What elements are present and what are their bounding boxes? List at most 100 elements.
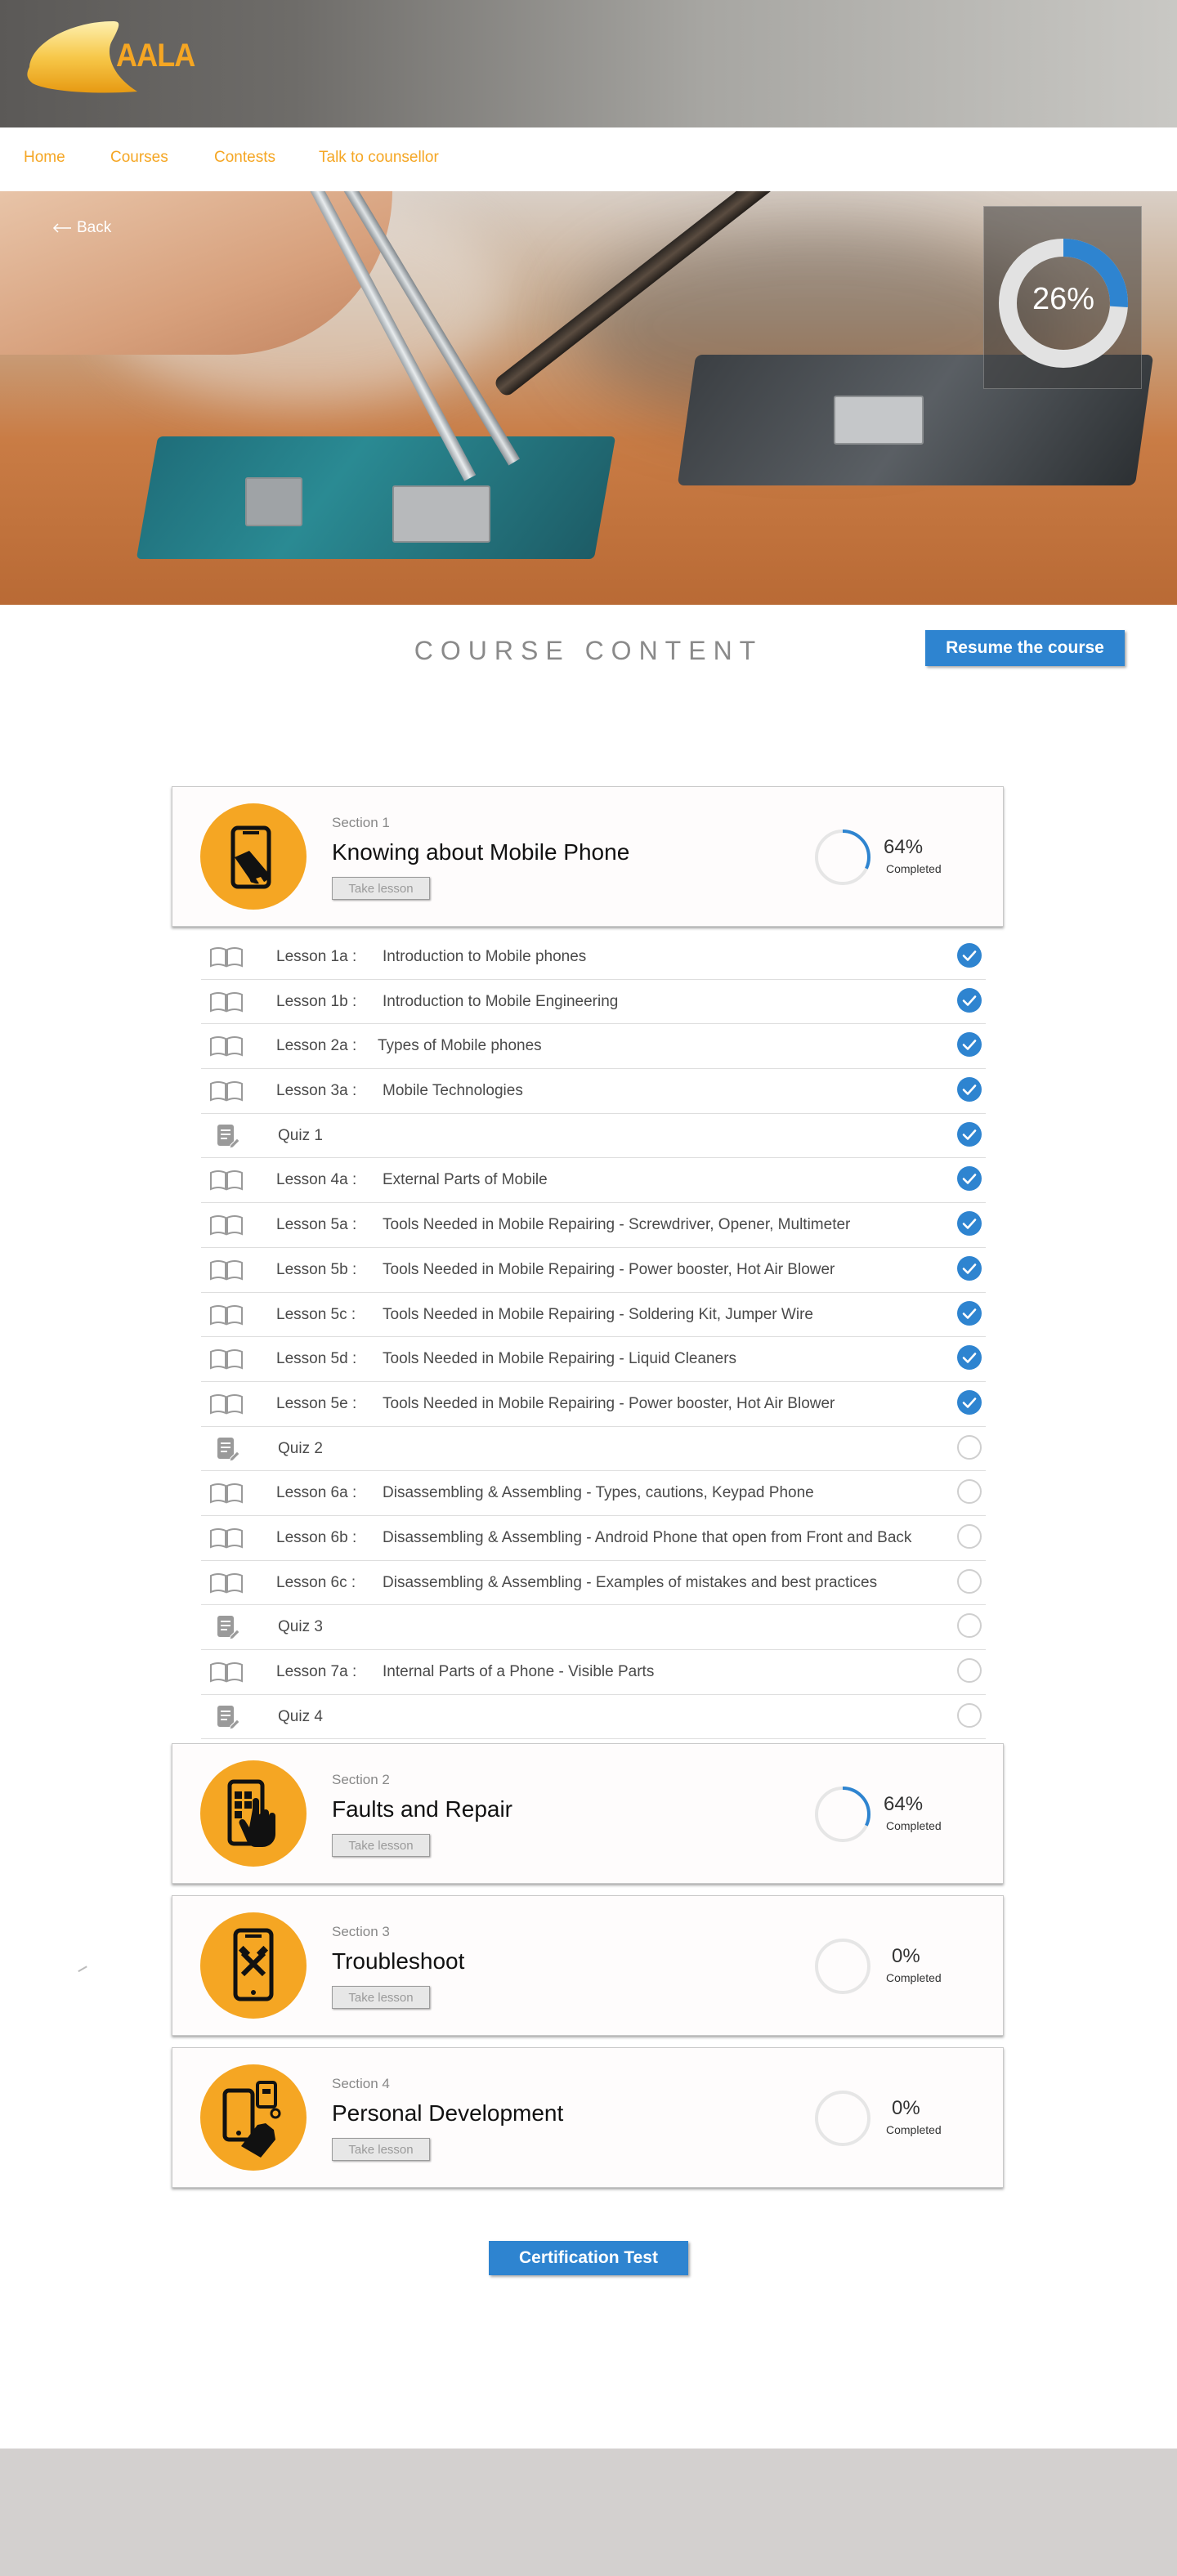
book-icon: [209, 1214, 244, 1240]
book-icon: [209, 991, 244, 1017]
book-icon: [209, 946, 244, 972]
lesson-row[interactable]: Lesson 5e : Tools Needed in Mobile Repair…: [201, 1382, 986, 1427]
section-progress-value: 64%: [884, 836, 924, 858]
check-circle-icon[interactable]: [956, 1031, 982, 1058]
phone-hand-icon: [200, 2064, 307, 2171]
check-circle-icon[interactable]: [956, 1389, 982, 1415]
check-circle-icon[interactable]: [956, 1210, 982, 1237]
main-nav: Home Courses Contests Talk to counsellor: [0, 127, 1177, 191]
quiz-icon: [209, 1615, 244, 1644]
section-card-2[interactable]: Section 2 Faults and Repair Take lesson …: [172, 1743, 1004, 1884]
lesson-label: Lesson 5c :: [276, 1305, 356, 1323]
section-progress-ring: [815, 1787, 870, 1842]
lesson-row[interactable]: Lesson 4a : External Parts of Mobile: [201, 1158, 986, 1204]
nav-home[interactable]: Home: [24, 149, 65, 167]
lesson-title[interactable]: Disassembling & Assembling - Android Pho…: [383, 1529, 911, 1547]
lesson-title[interactable]: Disassembling & Assembling - Examples of…: [383, 1574, 877, 1592]
lesson-label: Lesson 7a :: [276, 1663, 357, 1680]
take-lesson-button[interactable]: Take lesson: [332, 1834, 430, 1857]
lesson-label: Lesson 5b :: [276, 1260, 357, 1278]
phone-tools-icon: [200, 1912, 307, 2019]
lesson-title[interactable]: Introduction to Mobile Engineering: [383, 993, 618, 1011]
check-circle-icon[interactable]: [956, 1300, 982, 1326]
book-icon: [209, 1259, 244, 1285]
lesson-title[interactable]: Mobile Technologies: [383, 1082, 523, 1100]
section-card-1[interactable]: Section 1 Knowing about Mobile Phone Tak…: [172, 786, 1004, 927]
lesson-label: Lesson 1b :: [276, 992, 357, 1010]
empty-circle-icon[interactable]: [956, 1568, 982, 1594]
stray-mark: [78, 1966, 89, 1975]
take-lesson-button[interactable]: Take lesson: [332, 2138, 430, 2161]
hero-chip: [834, 396, 924, 445]
resume-course-button[interactable]: Resume the course: [925, 630, 1125, 666]
lesson-row[interactable]: Lesson 6a : Disassembling & Assembling - …: [201, 1471, 986, 1516]
nav-contests[interactable]: Contests: [214, 149, 275, 167]
empty-circle-icon[interactable]: [956, 1478, 982, 1505]
take-lesson-button[interactable]: Take lesson: [332, 877, 430, 900]
quiz-icon: [209, 1124, 244, 1152]
quiz-row[interactable]: Quiz 4: [201, 1695, 986, 1740]
lesson-title[interactable]: Tools Needed in Mobile Repairing - Power…: [383, 1261, 835, 1279]
logo-wordmark: AALA: [116, 38, 195, 74]
empty-circle-icon[interactable]: [956, 1434, 982, 1460]
book-icon-graphic: [210, 1572, 243, 1594]
check-circle-icon[interactable]: [956, 1121, 982, 1147]
lesson-label: Lesson 6a :: [276, 1484, 357, 1502]
check-circle-icon[interactable]: [956, 987, 982, 1013]
empty-circle-icon[interactable]: [956, 1523, 982, 1550]
quiz-row[interactable]: Quiz 2: [201, 1427, 986, 1472]
section-kicker: Section 2: [332, 1772, 390, 1787]
check-circle-icon[interactable]: [956, 942, 982, 968]
empty-circle-icon[interactable]: [956, 1702, 982, 1729]
check-circle-icon[interactable]: [956, 1255, 982, 1281]
lesson-row[interactable]: Lesson 5c : Tools Needed in Mobile Repair…: [201, 1293, 986, 1338]
section-title: Faults and Repair: [332, 1796, 513, 1822]
section-progress-label: Completed: [886, 1971, 942, 1984]
check-circle-icon[interactable]: [956, 1076, 982, 1102]
lesson-row[interactable]: Lesson 1a : Introduction to Mobile phones: [201, 935, 986, 980]
quiz-row[interactable]: Quiz 1: [201, 1114, 986, 1159]
check-circle-icon[interactable]: [956, 1165, 982, 1192]
section-progress-ring: [815, 830, 870, 885]
lesson-row[interactable]: Lesson 6b : Disassembling & Assembling - …: [201, 1516, 986, 1561]
nav-courses[interactable]: Courses: [110, 149, 168, 167]
lesson-label: Lesson 6b :: [276, 1528, 357, 1546]
section-progress-ring: [815, 2091, 870, 2146]
book-icon: [209, 1348, 244, 1374]
section-card-3[interactable]: Section 3 Troubleshoot Take lesson 0% Co…: [172, 1895, 1004, 2036]
lesson-title[interactable]: Introduction to Mobile phones: [383, 948, 586, 966]
section-progress-value: 64%: [884, 1793, 924, 1815]
nav-talk-to-counsellor[interactable]: Talk to counsellor: [319, 149, 439, 167]
take-lesson-button[interactable]: Take lesson: [332, 1986, 430, 2009]
lesson-row[interactable]: Lesson 2a : Types of Mobile phones: [201, 1024, 986, 1070]
lesson-row[interactable]: Lesson 5b : Tools Needed in Mobile Repair…: [201, 1248, 986, 1293]
lesson-row[interactable]: Lesson 5a : Tools Needed in Mobile Repair…: [201, 1203, 986, 1248]
book-icon-graphic: [210, 1036, 243, 1057]
lesson-row[interactable]: Lesson 3a : Mobile Technologies: [201, 1069, 986, 1114]
lesson-title[interactable]: Types of Mobile phones: [378, 1037, 542, 1055]
book-icon-graphic: [210, 1662, 243, 1683]
quiz-icon: [209, 1437, 244, 1465]
empty-circle-icon[interactable]: [956, 1612, 982, 1639]
lesson-label: Quiz 3: [278, 1618, 323, 1636]
lesson-row[interactable]: Lesson 5d : Tools Needed in Mobile Repair…: [201, 1337, 986, 1382]
lesson-title[interactable]: Internal Parts of a Phone - Visible Part…: [383, 1663, 654, 1681]
quiz-row[interactable]: Quiz 3: [201, 1605, 986, 1650]
check-circle-icon[interactable]: [956, 1344, 982, 1371]
back-button[interactable]: Back: [52, 219, 111, 237]
certification-test-button[interactable]: Certification Test: [489, 2241, 688, 2275]
lesson-row[interactable]: Lesson 1b : Introduction to Mobile Engine…: [201, 980, 986, 1025]
lesson-title[interactable]: Tools Needed in Mobile Repairing - Liqui…: [383, 1350, 736, 1368]
lesson-title[interactable]: Disassembling & Assembling - Types, caut…: [383, 1484, 814, 1502]
empty-circle-icon[interactable]: [956, 1657, 982, 1684]
lesson-title[interactable]: External Parts of Mobile: [383, 1171, 548, 1189]
lesson-title[interactable]: Tools Needed in Mobile Repairing - Power…: [383, 1395, 835, 1413]
lesson-row[interactable]: Lesson 7a : Internal Parts of a Phone - V…: [201, 1650, 986, 1695]
section-progress-ring: [815, 1939, 870, 1994]
lesson-title[interactable]: Tools Needed in Mobile Repairing - Screw…: [383, 1216, 850, 1234]
phone-touch-icon: [200, 1760, 307, 1867]
lesson-title[interactable]: Tools Needed in Mobile Repairing - Solde…: [383, 1306, 813, 1324]
lesson-label: Quiz 1: [278, 1126, 323, 1144]
section-card-4[interactable]: Section 4 Personal Development Take less…: [172, 2047, 1004, 2188]
lesson-row[interactable]: Lesson 6c : Disassembling & Assembling - …: [201, 1561, 986, 1606]
